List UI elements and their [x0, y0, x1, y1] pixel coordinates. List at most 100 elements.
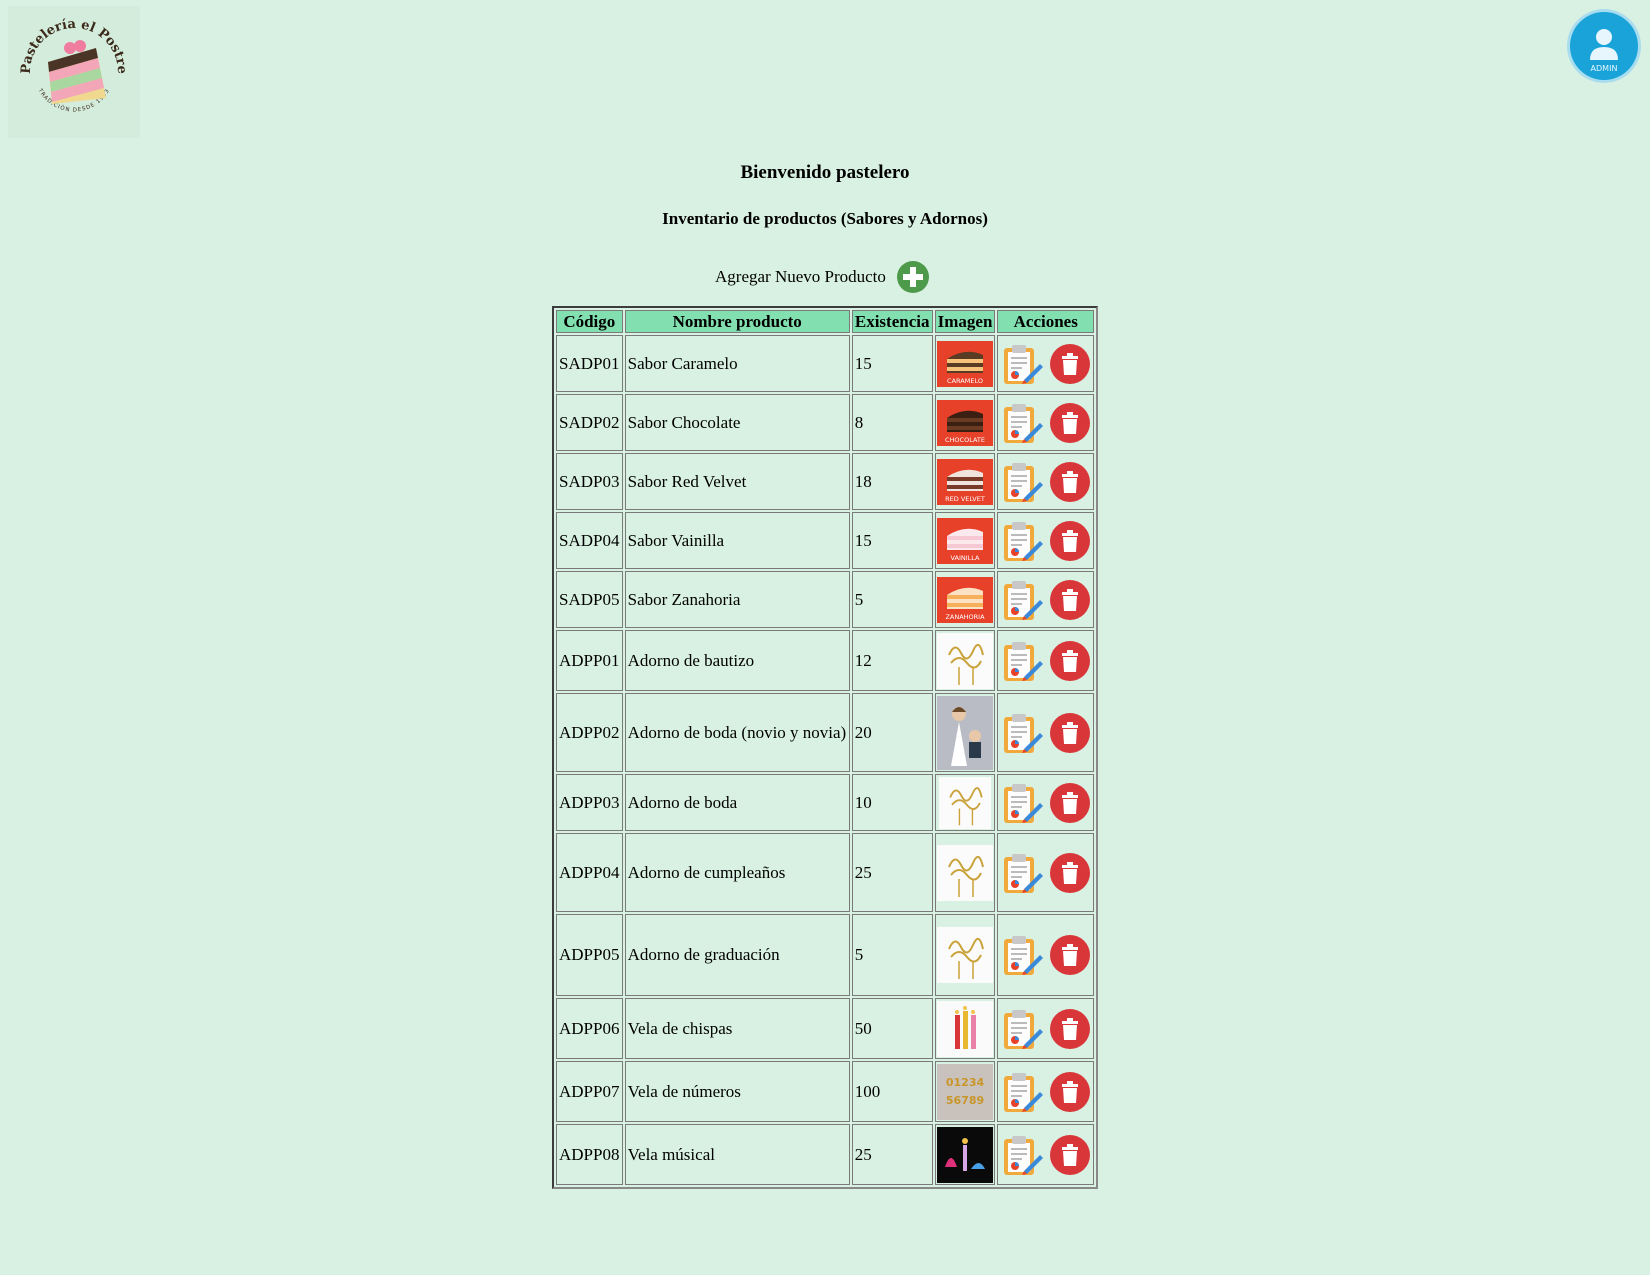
edit-icon[interactable]	[1000, 401, 1044, 445]
edit-button[interactable]	[1000, 344, 1044, 384]
cell-code: ADPP05	[556, 914, 623, 996]
cell-image	[934, 998, 996, 1059]
cell-code: SADP05	[556, 571, 623, 628]
cell-stock: 10	[851, 774, 933, 831]
cell-image: CARAMELO	[934, 335, 996, 392]
logo: Pastelería el Postre TRADICIÓN DESDE 199…	[8, 6, 140, 138]
edit-icon[interactable]	[1000, 342, 1044, 386]
table-header-row: Código Nombre producto Existencia Imagen…	[556, 310, 1094, 333]
cell-name: Adorno de graduación	[624, 914, 850, 996]
delete-icon[interactable]	[1049, 461, 1091, 503]
page-subtitle: Inventario de productos (Sabores y Adorn…	[662, 209, 988, 228]
cell-image: ZANAHORIA	[934, 571, 996, 628]
product-image: RED VELVET	[937, 458, 994, 505]
add-product-label: Agregar Nuevo Producto	[715, 267, 886, 286]
edit-button[interactable]	[1000, 713, 1044, 753]
edit-icon[interactable]	[1000, 578, 1044, 622]
delete-button[interactable]	[1049, 1071, 1091, 1112]
add-product-button[interactable]	[896, 260, 930, 294]
edit-button[interactable]	[1000, 580, 1044, 620]
delete-button[interactable]	[1049, 1008, 1091, 1049]
delete-button[interactable]	[1049, 712, 1091, 753]
delete-button[interactable]	[1049, 520, 1091, 561]
product-image-label: RED VELVET	[945, 495, 985, 503]
table-row: SADP02 Sabor Chocolate 8 CHOCOLATE	[556, 394, 1094, 451]
delete-icon[interactable]	[1049, 782, 1091, 824]
delete-icon[interactable]	[1049, 579, 1091, 621]
product-image	[937, 632, 994, 689]
delete-button[interactable]	[1049, 782, 1091, 823]
edit-icon[interactable]	[1000, 519, 1044, 563]
admin-label: ADMIN	[1591, 64, 1618, 73]
delete-icon[interactable]	[1049, 402, 1091, 444]
delete-icon[interactable]	[1049, 852, 1091, 894]
svg-text:01234: 01234	[946, 1076, 985, 1089]
edit-button[interactable]	[1000, 1009, 1044, 1049]
delete-icon[interactable]	[1049, 640, 1091, 682]
delete-button[interactable]	[1049, 935, 1091, 975]
edit-button[interactable]	[1000, 783, 1044, 823]
cell-name: Vela músical	[624, 1124, 850, 1185]
delete-icon[interactable]	[1049, 934, 1091, 976]
cell-actions	[997, 453, 1094, 510]
cell-name: Adorno de cumpleaños	[624, 833, 850, 912]
edit-icon[interactable]	[1000, 933, 1044, 977]
table-row: ADPP04 Adorno de cumpleaños 25	[556, 833, 1094, 912]
edit-button[interactable]	[1000, 936, 1044, 975]
delete-button[interactable]	[1049, 402, 1091, 443]
product-image	[937, 1000, 994, 1057]
delete-icon[interactable]	[1049, 520, 1091, 562]
product-image-label: CHOCOLATE	[945, 436, 985, 444]
table-row: ADPP02 Adorno de boda (novio y novia) 20	[556, 693, 1094, 772]
delete-button[interactable]	[1049, 461, 1091, 502]
cell-name: Adorno de bautizo	[624, 630, 850, 691]
edit-button[interactable]	[1000, 853, 1044, 893]
edit-icon[interactable]	[1000, 711, 1044, 755]
cell-image	[934, 693, 996, 772]
cell-code: ADPP07	[556, 1061, 623, 1122]
delete-icon[interactable]	[1049, 1134, 1091, 1176]
cell-code: ADPP03	[556, 774, 623, 831]
delete-button[interactable]	[1049, 640, 1091, 681]
edit-button[interactable]	[1000, 1072, 1044, 1112]
cell-stock: 12	[851, 630, 933, 691]
delete-icon[interactable]	[1049, 1071, 1091, 1113]
edit-button[interactable]	[1000, 462, 1044, 502]
edit-button[interactable]	[1000, 521, 1044, 561]
header-name: Nombre producto	[624, 310, 850, 333]
delete-icon[interactable]	[1049, 1008, 1091, 1050]
cell-actions	[997, 914, 1094, 996]
cell-code: ADPP02	[556, 693, 623, 772]
edit-icon[interactable]	[1000, 1070, 1044, 1114]
edit-icon[interactable]	[1000, 460, 1044, 504]
edit-icon[interactable]	[1000, 851, 1044, 895]
admin-avatar[interactable]: ADMIN	[1566, 8, 1642, 84]
table-row: SADP04 Sabor Vainilla 15 VAINILLA	[556, 512, 1094, 569]
edit-button[interactable]	[1000, 641, 1044, 681]
cell-name: Sabor Zanahoria	[624, 571, 850, 628]
delete-button[interactable]	[1049, 579, 1091, 620]
cell-actions	[997, 394, 1094, 451]
cell-actions	[997, 1061, 1094, 1122]
delete-icon[interactable]	[1049, 343, 1091, 385]
product-image	[939, 776, 992, 829]
cell-code: ADPP06	[556, 998, 623, 1059]
edit-button[interactable]	[1000, 1135, 1044, 1175]
edit-button[interactable]	[1000, 403, 1044, 443]
edit-icon[interactable]	[1000, 781, 1044, 825]
delete-button[interactable]	[1049, 852, 1091, 893]
cell-code: SADP04	[556, 512, 623, 569]
cell-name: Sabor Chocolate	[624, 394, 850, 451]
edit-icon[interactable]	[1000, 1007, 1044, 1051]
header-actions: Acciones	[997, 310, 1094, 333]
edit-icon[interactable]	[1000, 639, 1044, 683]
edit-icon[interactable]	[1000, 1133, 1044, 1177]
cell-stock: 50	[851, 998, 933, 1059]
delete-icon[interactable]	[1049, 712, 1091, 754]
delete-button[interactable]	[1049, 1134, 1091, 1175]
cell-actions	[997, 833, 1094, 912]
delete-button[interactable]	[1049, 343, 1091, 384]
cell-code: ADPP08	[556, 1124, 623, 1185]
product-image	[937, 927, 994, 983]
cell-stock: 100	[851, 1061, 933, 1122]
